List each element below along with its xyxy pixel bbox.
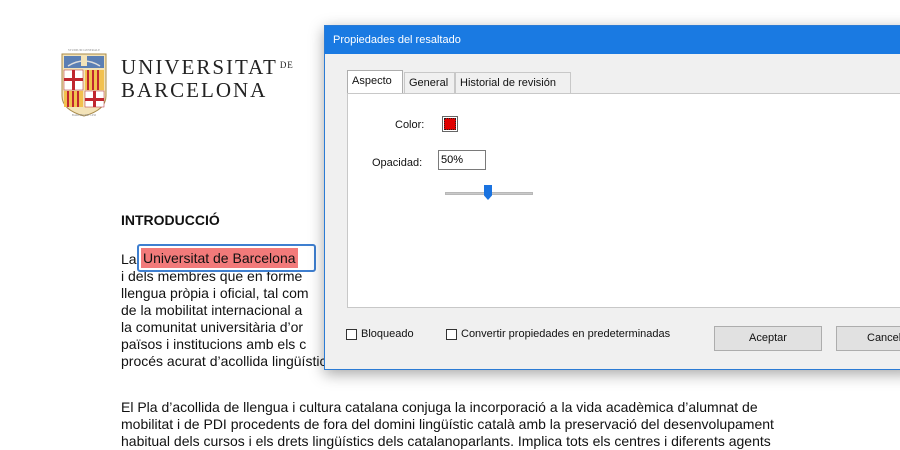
section-heading: INTRODUCCIÓ: [121, 212, 220, 228]
checkbox-box[interactable]: [446, 328, 457, 340]
color-label: Color:: [395, 119, 425, 131]
ok-button[interactable]: Aceptar: [714, 326, 822, 351]
cancel-button[interactable]: Cancelar: [836, 326, 900, 351]
text-line: El Pla d’acollida de llengua i cultura c…: [121, 399, 758, 415]
wordmark-line2: BARCELONA: [121, 78, 268, 102]
opacity-label: Opacidad:: [372, 157, 423, 169]
locked-label: Bloqueado: [361, 328, 414, 340]
text-line: habitual dels cursos i els drets lingüís…: [121, 433, 771, 449]
opacity-input[interactable]: [438, 150, 486, 170]
make-defaults-label: Convertir propiedades en predeterminadas: [461, 328, 671, 340]
highlighted-text[interactable]: Universitat de Barcelona: [141, 248, 298, 268]
tab-aspecto[interactable]: Aspecto: [347, 70, 403, 93]
make-defaults-checkbox[interactable]: Convertir propiedades en predeterminadas: [446, 328, 670, 340]
text-line: mobilitat i de PDI procedents de fora de…: [121, 416, 774, 432]
wordmark-line1: UNIVERSITAT: [121, 55, 278, 79]
paragraph-pla-acollida: El Pla d’acollida de llengua i cultura c…: [121, 399, 826, 450]
color-picker-button[interactable]: [442, 116, 458, 132]
tab-general[interactable]: General: [404, 72, 455, 93]
dialog-title: Propiedades del resaltado: [325, 26, 900, 54]
locked-checkbox[interactable]: Bloqueado: [346, 328, 414, 340]
svg-text:BARCINONE 1450: BARCINONE 1450: [72, 113, 97, 117]
aspecto-panel: [347, 93, 900, 308]
highlight-properties-dialog: Propiedades del resaltado Aspecto Genera…: [324, 25, 900, 370]
university-seal-logo: STUDIUM GENERALE BARCINONE 1450: [61, 48, 107, 117]
svg-text:STUDIUM GENERALE: STUDIUM GENERALE: [68, 48, 100, 52]
tab-historial-revision[interactable]: Historial de revisión: [455, 72, 571, 93]
checkbox-box[interactable]: [346, 328, 357, 340]
wordmark-de: DE: [279, 60, 294, 70]
university-wordmark: UNIVERSITAT DE BARCELONA: [121, 54, 294, 102]
color-swatch: [444, 118, 456, 130]
